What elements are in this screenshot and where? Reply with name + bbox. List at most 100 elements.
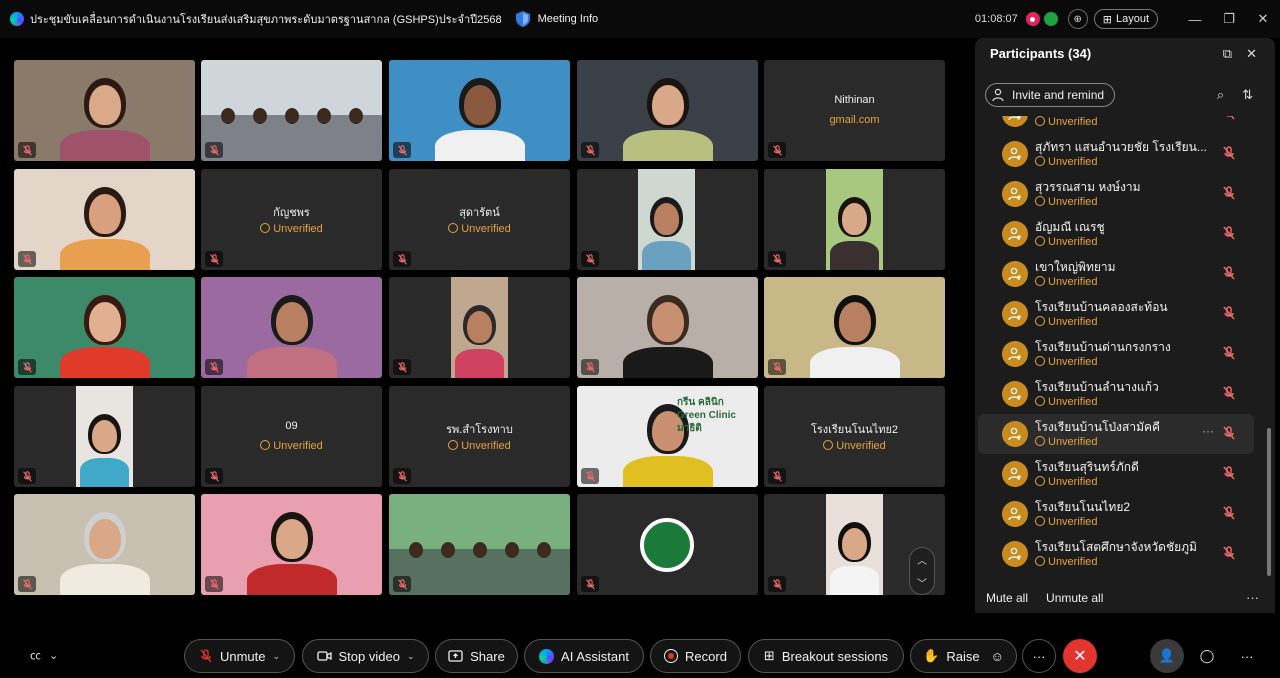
participant-row[interactable]: โรงเรียนบ้านโป่งสามัคคี Unverified ···: [978, 414, 1254, 454]
participant-row[interactable]: สุภัทรา แสนอำนวยชัย โรงเรียน... Unverifie…: [978, 134, 1254, 174]
participant-row[interactable]: โรงเรียนสุรินทร์ภักดี Unverified: [978, 454, 1254, 494]
mic-muted-icon[interactable]: [1222, 426, 1236, 440]
end-call-button[interactable]: ✕: [1063, 639, 1097, 673]
mute-all-button[interactable]: Mute all: [986, 591, 1028, 605]
video-tile[interactable]: รพ.สำโรงทาบ Unverified: [389, 386, 570, 487]
video-tile[interactable]: [14, 60, 195, 161]
video-tile[interactable]: [14, 169, 195, 270]
mic-muted-icon[interactable]: [1222, 546, 1236, 560]
chevron-down-icon[interactable]: ⌄: [272, 651, 280, 662]
clinic-sign-text: มาธิติ: [677, 423, 702, 434]
participant-row[interactable]: โรงเรียนบ้านลำนางแก้ว Unverified: [978, 374, 1254, 414]
tile-participant-status: Unverified: [201, 440, 382, 452]
video-tile[interactable]: [389, 60, 570, 161]
video-tile[interactable]: สุดารัตน์ Unverified: [389, 169, 570, 270]
mic-muted-icon[interactable]: [1222, 186, 1236, 200]
mic-muted-icon[interactable]: [1222, 226, 1236, 240]
chevron-down-icon[interactable]: ⌄: [407, 651, 415, 662]
participant-row[interactable]: เขาใหญ่พิทยาม Unverified: [978, 254, 1254, 294]
search-icon[interactable]: ⌕: [1217, 87, 1224, 103]
video-tile[interactable]: Nithinan gmail.com: [764, 60, 945, 161]
restore-icon[interactable]: ❐: [1212, 0, 1246, 38]
webex-logo-icon: [10, 12, 24, 26]
invite-remind-button[interactable]: Invite and remind: [985, 83, 1116, 107]
video-tile[interactable]: [201, 60, 382, 161]
mic-muted-icon[interactable]: [1222, 146, 1236, 160]
more-options-icon[interactable]: ···: [1022, 639, 1056, 673]
video-tile[interactable]: [577, 60, 758, 161]
participant-row[interactable]: อัญมณี เณรชู Unverified: [978, 214, 1254, 254]
video-tile[interactable]: [201, 277, 382, 378]
mic-muted-icon[interactable]: [1222, 116, 1236, 120]
video-tile[interactable]: [201, 494, 382, 595]
mic-muted-icon[interactable]: [1222, 346, 1236, 360]
video-tile[interactable]: [577, 277, 758, 378]
zoom-icon[interactable]: ⊕: [1067, 9, 1088, 29]
participant-row[interactable]: โรงเรียนบ้านด่านกรงกราง Unverified: [978, 334, 1254, 374]
participant-status: Unverified: [1035, 316, 1098, 328]
participant-list[interactable]: Unverified สุภัทรา แสนอำนวยชัย โรงเรียน..…: [975, 116, 1263, 593]
minimize-icon[interactable]: —: [1178, 0, 1212, 38]
close-panel-icon[interactable]: ✕: [1246, 46, 1257, 62]
mic-muted-icon[interactable]: [1222, 266, 1236, 280]
participants-toggle-icon[interactable]: 👤: [1150, 639, 1184, 673]
popout-icon[interactable]: ⧉: [1223, 46, 1232, 62]
video-tile[interactable]: โรงเรียนโนนไทย2 Unverified: [764, 386, 945, 487]
chat-icon[interactable]: ◯: [1190, 639, 1224, 673]
reactions-icon[interactable]: ☺: [991, 649, 1004, 664]
video-tile[interactable]: [14, 386, 195, 487]
room-person: [505, 542, 519, 558]
mic-muted-icon[interactable]: [1222, 466, 1236, 480]
raise-hand-button[interactable]: ✋ Raise ☺: [910, 639, 1017, 673]
grid-page-scroller[interactable]: ︿ ﹀: [909, 547, 935, 595]
participant-status: Unverified: [1035, 516, 1098, 528]
stop-video-button[interactable]: Stop video ⌄: [302, 639, 429, 673]
video-tile[interactable]: กัญชพร Unverified: [201, 169, 382, 270]
participant-row[interactable]: สุวรรณสาม หงษ์งาม Unverified: [978, 174, 1254, 214]
video-tile[interactable]: 09 Unverified: [201, 386, 382, 487]
close-window-icon[interactable]: ✕: [1246, 0, 1280, 38]
participant-row[interactable]: โรงเรียนบ้านคลองสะท้อน Unverified: [978, 294, 1254, 334]
meeting-info-link[interactable]: Meeting Info: [538, 13, 599, 25]
unmute-button[interactable]: Unmute ⌄: [184, 639, 295, 673]
participant-row[interactable]: โรงเรียนโนนไทย2 Unverified: [978, 494, 1254, 534]
tile-participant-status: Unverified: [764, 440, 945, 452]
participant-row[interactable]: Unverified: [978, 116, 1254, 134]
video-tile[interactable]: [577, 169, 758, 270]
mic-muted-icon[interactable]: [1222, 306, 1236, 320]
video-tile[interactable]: [389, 494, 570, 595]
participant-more-icon[interactable]: ···: [1202, 424, 1214, 438]
video-tile[interactable]: [14, 277, 195, 378]
unmute-all-button[interactable]: Unmute all: [1046, 591, 1103, 605]
participant-face: [654, 203, 679, 235]
sort-icon[interactable]: ⇅: [1242, 87, 1253, 103]
video-tile[interactable]: [389, 277, 570, 378]
ai-assistant-button[interactable]: AI Assistant: [524, 639, 644, 673]
share-button[interactable]: Share: [435, 639, 518, 673]
layout-label: Layout: [1115, 13, 1149, 25]
participant-row[interactable]: โรงเรียนโสตศึกษาจังหวัดชัยภูมิ Unverified: [978, 534, 1254, 574]
more-options-icon[interactable]: ···: [1246, 590, 1259, 605]
shield-icon[interactable]: [515, 11, 530, 27]
network-status-icon[interactable]: [1043, 12, 1058, 26]
video-tile[interactable]: [764, 277, 945, 378]
video-tile[interactable]: [764, 169, 945, 270]
video-tile[interactable]: [577, 494, 758, 595]
more-panels-icon[interactable]: ···: [1230, 639, 1264, 673]
invite-label: Invite and remind: [1012, 88, 1105, 102]
participant-status: Unverified: [1035, 196, 1098, 208]
ministry-emblem-icon: [640, 518, 694, 572]
layout-button[interactable]: ⊞ Layout: [1093, 9, 1158, 29]
chevron-down-icon[interactable]: ﹀: [917, 575, 927, 590]
breakout-sessions-button[interactable]: ⊞ Breakout sessions: [748, 639, 904, 673]
captions-button[interactable]: ㏄ ⌄: [30, 647, 58, 663]
recording-indicator-icon[interactable]: [1025, 12, 1040, 26]
mic-muted-icon[interactable]: [1222, 386, 1236, 400]
video-tile[interactable]: [14, 494, 195, 595]
record-button[interactable]: Record: [650, 639, 741, 673]
video-tile[interactable]: กรีน คลินิก Green Clinic มาธิติ: [577, 386, 758, 487]
participant-list-scrollbar[interactable]: [1267, 428, 1271, 576]
chevron-up-icon[interactable]: ︿: [917, 552, 927, 567]
mic-muted-icon[interactable]: [1222, 506, 1236, 520]
tile-participant-name: สุดารัตน์: [459, 207, 500, 219]
